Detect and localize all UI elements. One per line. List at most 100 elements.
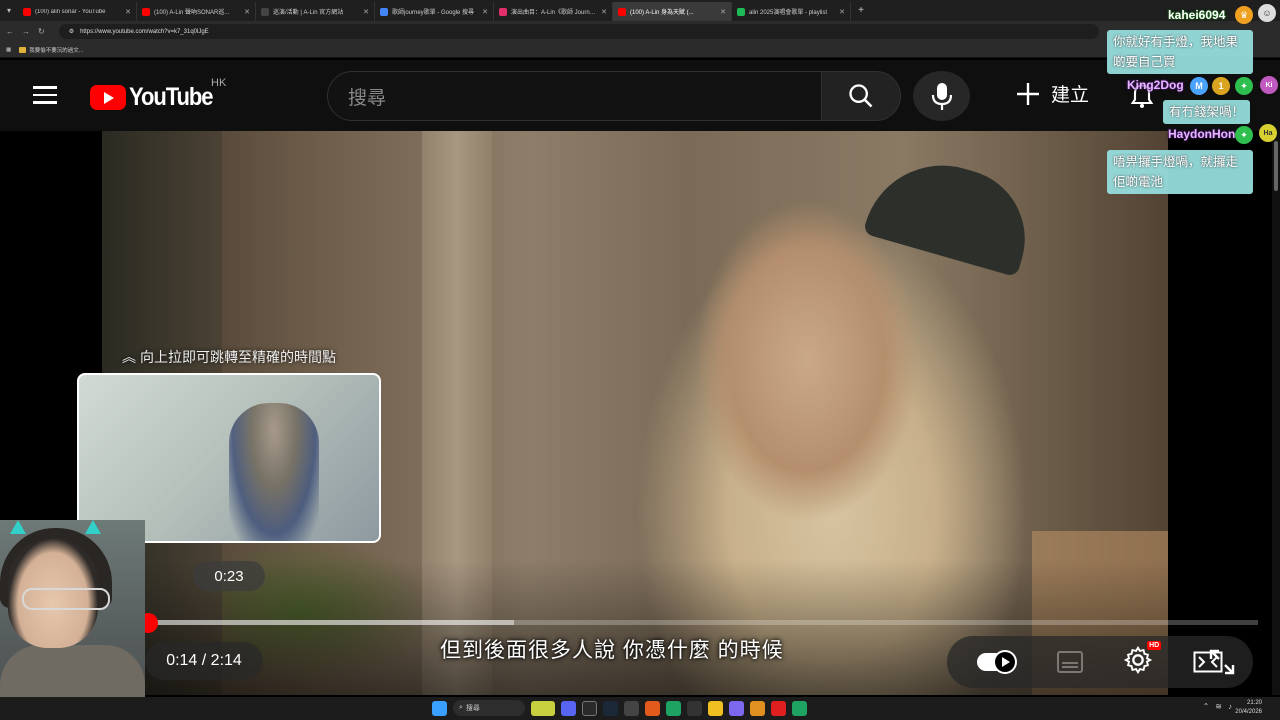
chevron-up-icon: ︽: [122, 349, 136, 365]
search-icon: ⌕: [459, 704, 463, 711]
close-tab-icon[interactable]: ✕: [363, 8, 369, 16]
search-placeholder: 搜尋: [348, 87, 387, 109]
forward-icon[interactable]: →: [22, 27, 30, 36]
clock-time: 21:20: [1246, 700, 1262, 706]
windows-taskbar: ⌕ 搜尋 ⌃ ≋ ♪ 21:20 20/4/2026: [0, 697, 1280, 720]
cat-ear-left: [10, 520, 26, 534]
subtitles-icon[interactable]: [1056, 650, 1084, 674]
create-label: 建立: [1051, 85, 1090, 106]
steam-icon[interactable]: [603, 700, 618, 716]
volume-icon[interactable]: ♪: [1228, 702, 1232, 711]
app-icon[interactable]: [750, 700, 765, 716]
webcam-glasses: [22, 588, 110, 610]
microphone-icon: [931, 83, 952, 110]
close-tab-icon[interactable]: ✕: [125, 8, 131, 16]
firefox-icon[interactable]: [645, 700, 660, 716]
browser-tab[interactable]: 歌師journey歌單 - Google 搜尋 ✕: [375, 2, 494, 21]
time-display-text: 0:14 / 2:14: [166, 652, 242, 669]
taskbar-clock[interactable]: 21:20 20/4/2026: [1235, 699, 1262, 717]
system-tray[interactable]: ⌃ ≋ ♪: [1203, 702, 1232, 711]
tab-favicon-icon: [23, 7, 31, 16]
member-badge-icon: M: [1190, 77, 1208, 95]
progress-bar[interactable]: [148, 620, 1258, 625]
tab-title: (100) A-Lin 身為天賦 (...: [630, 10, 694, 16]
chrome-icon[interactable]: [792, 700, 807, 716]
avatar-icon: Ha: [1259, 124, 1277, 142]
autoplay-toggle[interactable]: [977, 650, 1018, 674]
obs-icon[interactable]: [582, 700, 597, 716]
reload-icon[interactable]: ↻: [38, 27, 45, 36]
wifi-icon[interactable]: ≋: [1215, 702, 1222, 711]
close-tab-icon[interactable]: ✕: [601, 8, 607, 16]
chat-username: King2Dog: [1127, 78, 1184, 92]
taskbar-apps: ⌕ 搜尋: [432, 700, 807, 716]
browser-tab[interactable]: (100) A-Lin 聲吶SONAR巡... ✕: [137, 2, 256, 21]
tab-title: (100) A-Lin 聲吶SONAR巡...: [154, 10, 230, 16]
app-icon[interactable]: [624, 700, 639, 716]
tab-favicon-icon: [380, 7, 388, 16]
video-subject-cap: [862, 146, 1042, 278]
taskbar-search-label: 搜尋: [465, 705, 480, 712]
chevron-up-icon[interactable]: ⌃: [1203, 702, 1210, 711]
scrollbar-thumb[interactable]: [1274, 141, 1278, 191]
apps-icon[interactable]: ▦: [6, 47, 11, 53]
chat-username: kahei6094: [1168, 8, 1226, 22]
settings-button[interactable]: HD: [1123, 640, 1162, 679]
search-button[interactable]: [821, 71, 901, 121]
search-input[interactable]: 搜尋: [327, 71, 822, 121]
browser-tab[interactable]: (100) alin sonar - YouTube ✕: [18, 2, 137, 21]
widget-icon[interactable]: [531, 700, 555, 716]
windows-start-icon[interactable]: [432, 700, 447, 716]
youtube-header: YouTube HK 搜尋 建立: [0, 60, 1280, 131]
browser-tab[interactable]: (100) A-Lin 身為天賦 (... ✕: [613, 2, 732, 21]
close-tab-icon[interactable]: ✕: [482, 8, 488, 16]
crown-badge-icon: ♛: [1235, 6, 1253, 24]
seek-preview-time: 0:23: [193, 561, 265, 591]
app-icon[interactable]: [771, 700, 786, 716]
chat-message: 有冇錢架喎！: [1163, 100, 1251, 124]
plus-icon: [1017, 82, 1039, 105]
video-subtitle: 但到後面很多人說 你憑什麼 的時候: [440, 639, 784, 662]
chrome-icon[interactable]: [666, 700, 681, 716]
chat-message: 你就好有手燈，我地果啲要自己買: [1107, 30, 1253, 74]
star-badge-icon: ✦: [1235, 77, 1253, 95]
tab-menu-icon[interactable]: ▾: [0, 0, 18, 21]
menu-icon[interactable]: [33, 86, 57, 104]
tab-title: alin 2025演唱會歌單 - playlist: [749, 10, 828, 16]
create-button[interactable]: 建立: [1015, 80, 1089, 107]
site-info-icon[interactable]: ⚙: [69, 28, 74, 35]
taskbar-search[interactable]: ⌕ 搜尋: [453, 700, 525, 716]
region-code: HK: [211, 77, 227, 89]
close-tab-icon[interactable]: ✕: [244, 8, 250, 16]
youtube-wordmark: YouTube: [129, 83, 214, 111]
progress-loaded: [148, 620, 515, 625]
fullscreen-icon[interactable]: [1207, 647, 1237, 682]
chat-username: HaydonHon: [1168, 127, 1236, 141]
voice-search-button[interactable]: [913, 71, 970, 121]
folder-icon: [19, 46, 27, 53]
browser-tab[interactable]: 巡演/活動 | A-Lin 官方網站 ✕: [256, 2, 375, 21]
tab-favicon-icon: [499, 7, 507, 16]
new-tab-button[interactable]: +: [851, 5, 871, 16]
tab-title: 巡演/活動 | A-Lin 官方網站: [273, 10, 344, 16]
app-icon[interactable]: [729, 700, 744, 716]
discord-icon[interactable]: [561, 700, 576, 716]
seek-hint: ︽ 向上拉即可跳轉至精確的時間點: [122, 347, 336, 367]
youtube-logo[interactable]: YouTube: [90, 83, 224, 112]
youtube-play-icon: [90, 85, 126, 110]
browser-tab[interactable]: 演出曲目：A-Lin《歌師 Journe... ✕: [494, 2, 613, 21]
file-explorer-icon[interactable]: [708, 700, 723, 716]
close-tab-icon[interactable]: ✕: [720, 8, 726, 16]
app-icon[interactable]: [687, 700, 702, 716]
chat-message: 唔畀攞手燈喎，就攞走佢啲電池: [1107, 150, 1253, 194]
browser-tab-bar: ▾ (100) alin sonar - YouTube ✕ (100) A-Lin…: [0, 0, 1280, 21]
page-scrollbar[interactable]: [1272, 131, 1280, 695]
browser-tab[interactable]: alin 2025演唱會歌單 - playlist ✕: [732, 2, 851, 21]
tab-favicon-icon: [737, 7, 745, 16]
autoplay-play-icon: [993, 650, 1018, 674]
close-tab-icon[interactable]: ✕: [839, 8, 845, 16]
url-field[interactable]: ⚙ https://www.youtube.com/watch?v=k7_31q…: [58, 24, 1099, 39]
gear-icon: [1123, 645, 1153, 674]
bookmark-item[interactable]: 我要偷不要沉的過文...: [19, 46, 83, 54]
back-icon[interactable]: ←: [6, 27, 14, 36]
